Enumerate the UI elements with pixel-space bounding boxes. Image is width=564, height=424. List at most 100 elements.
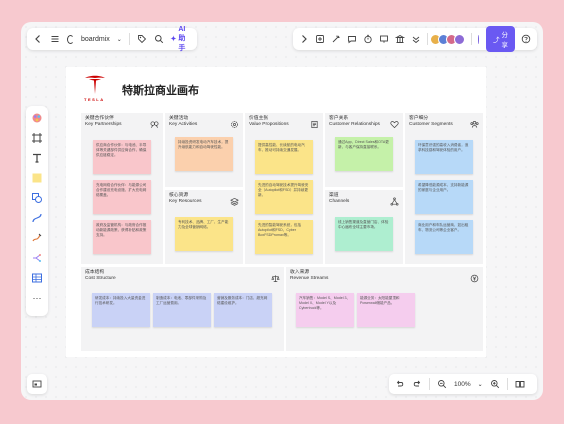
- sticky-note[interactable]: 先进的智能驾驶系统，包括Autopilot和FSD，Cyber BoxFSDPr…: [255, 220, 313, 254]
- ai-assistant-label: AI助手: [178, 25, 186, 52]
- menu-icon[interactable]: [50, 34, 60, 44]
- undo-icon[interactable]: [395, 379, 405, 389]
- section-title-en: Customer Relationships: [329, 122, 380, 128]
- tesla-logo-icon: [85, 75, 105, 94]
- chevron-right-icon[interactable]: [299, 34, 309, 44]
- share-button[interactable]: ⤴ 分享: [486, 26, 515, 52]
- sticky-note[interactable]: 研发成本：持续投入大量资金进行技术研发。: [92, 293, 150, 327]
- magic-icon[interactable]: [331, 34, 341, 44]
- template-icon[interactable]: [315, 34, 325, 44]
- revenue-streams-section[interactable]: 收入来源 Revenue Streams 汽车销售：Model S、Model 3…: [286, 267, 483, 351]
- tesla-wordmark: TESLA: [84, 97, 105, 102]
- zoom-out-icon[interactable]: [437, 379, 447, 389]
- app-window: boardmix ⌄ ✦ AI助手 ⤴ 分享 ⋯ 100% ⌄ TESLA 特斯…: [21, 22, 543, 400]
- value-propositions-section[interactable]: 价值主张 Value Propositions 提供高性能、长续航的电动汽车，推动…: [245, 113, 323, 264]
- key-partnerships-section[interactable]: 关键合作伙伴 Key Partnerships 供应商合作伙伴：与电池、半导体等关…: [81, 113, 163, 264]
- presentation-icon[interactable]: [379, 34, 389, 44]
- text-icon[interactable]: [31, 152, 43, 164]
- sticky-note[interactable]: 环保意识强的高收入消费者，追求科技感和驾驶体验的用户。: [415, 140, 473, 174]
- network-icon: [390, 193, 399, 206]
- section-title-en: Value Propositions: [249, 122, 289, 128]
- top-left-toolbar: boardmix ⌄ ✦ AI助手: [27, 26, 197, 53]
- chevron-down-icon[interactable]: ⌄: [117, 36, 122, 43]
- frame-icon[interactable]: [31, 132, 43, 144]
- connector-icon[interactable]: [31, 212, 43, 224]
- zoom-level[interactable]: 100%: [454, 381, 471, 388]
- canvas-title: 特斯拉商业画布: [122, 85, 199, 97]
- share-label: 分享: [501, 32, 509, 49]
- collaborator-avatars[interactable]: [430, 33, 466, 45]
- gear-icon: [230, 116, 239, 128]
- timer-icon[interactable]: [363, 34, 373, 44]
- section-title-en: Key Partnerships: [85, 122, 122, 128]
- cost-structure-section[interactable]: 成本结构 Cost Structure 研发成本：持续投入大量资金进行技术研发。 …: [81, 267, 284, 351]
- search-icon[interactable]: [154, 34, 164, 44]
- zoom-controls: 100% ⌄: [389, 374, 537, 394]
- ai-assistant-button[interactable]: ✦ AI助手: [171, 26, 192, 53]
- sticky-note[interactable]: 持续投资研发电动汽车技术，提升续航能力和自动驾驶性能。: [175, 137, 233, 171]
- help-icon[interactable]: [521, 34, 531, 44]
- sticky-note[interactable]: 商业用户和车队运营商，如出租车、物流公司等企业客户。: [415, 220, 473, 254]
- layers-icon: [230, 193, 239, 206]
- section-title-en: Key Activities: [169, 122, 198, 128]
- user-avatar[interactable]: [477, 33, 480, 45]
- sticky-note[interactable]: 通过App、Direct Sales和OTA更新，与客户保持直接联系。: [335, 137, 393, 171]
- sticky-note[interactable]: 线上销售渠道及直营门店、体验中心遍布全球主要市场。: [335, 217, 393, 251]
- business-model-canvas[interactable]: TESLA 特斯拉商业画布 关键合作伙伴 Key Partnerships 供应商…: [66, 67, 486, 357]
- tool-sidebar: ⋯: [26, 106, 48, 316]
- sticky-note[interactable]: 政府及监管机构：与政府合作推动新能源政策，获得补贴和政策支持。: [93, 220, 151, 254]
- money-icon: [470, 270, 479, 283]
- users-icon: [470, 116, 479, 128]
- sticky-note-icon[interactable]: [31, 172, 43, 184]
- ai-sparkle-icon: ✦: [170, 36, 177, 43]
- back-icon[interactable]: [33, 34, 43, 44]
- sticky-note[interactable]: 专利技术、品牌、工厂、生产能力及全球营销网络。: [175, 217, 233, 251]
- handshake-icon: [150, 116, 159, 128]
- sticky-note[interactable]: 制造成本：电池、零部件采购及工厂运营费用。: [153, 293, 211, 327]
- scale-icon: [271, 270, 280, 283]
- sticky-note[interactable]: 供应商合作伙伴：与电池、半导体等关键部件供应商合作，确保供应链稳定。: [93, 140, 151, 174]
- color-palette-icon[interactable]: [31, 112, 43, 124]
- share-icon: ⤴: [493, 37, 500, 44]
- section-title-en: Revenue Streams: [290, 276, 329, 282]
- boardmix-logo-icon: [67, 34, 74, 44]
- gift-icon: [310, 116, 319, 129]
- minimap-button[interactable]: [27, 374, 47, 394]
- sticky-note[interactable]: 提供高性能、长续航的电动汽车，推动可持续交通发展。: [255, 140, 313, 174]
- sticky-note[interactable]: 充电网络合作伙伴：与能源公司合作建设充电设施，扩大充电网络覆盖。: [93, 180, 151, 214]
- section-title-en: Cost Structure: [85, 276, 116, 282]
- heart-icon: [390, 116, 399, 129]
- book-icon[interactable]: [515, 379, 525, 389]
- sticky-note[interactable]: 营销及服务成本：门店、超充网络建设维护。: [214, 293, 272, 327]
- customer-segments-section[interactable]: 客户细分 Customer Segments 环保意识强的高收入消费者，追求科技感…: [405, 113, 483, 264]
- sticky-note[interactable]: 能源业务：太阳能屋顶和Powerwall储能产品。: [357, 293, 415, 327]
- divider: [506, 378, 508, 390]
- mind-map-icon[interactable]: [31, 252, 43, 264]
- sticky-note[interactable]: 汽车销售：Model S、Model 3、Model X、Model Y以及Cy…: [296, 293, 354, 327]
- table-icon[interactable]: [31, 272, 43, 284]
- chevron-down-icon[interactable]: ⌄: [478, 381, 483, 388]
- pen-icon[interactable]: [31, 232, 43, 244]
- channels-section[interactable]: 渠道 Channels 线上销售渠道及直营门店、体验中心遍布全球主要市场。: [325, 190, 403, 264]
- zoom-in-icon[interactable]: [490, 379, 500, 389]
- app-name[interactable]: boardmix: [81, 36, 110, 43]
- redo-icon[interactable]: [412, 379, 422, 389]
- library-icon[interactable]: [395, 34, 405, 44]
- section-title-en: Channels: [329, 199, 350, 205]
- divider: [429, 378, 430, 390]
- section-title-en: Key Resources: [169, 199, 202, 205]
- avatar[interactable]: [454, 33, 466, 45]
- key-activities-section[interactable]: 关键活动 Key Activities 持续投资研发电动汽车技术，提升续航能力和自…: [165, 113, 243, 187]
- customer-relationships-section[interactable]: 客户关系 Customer Relationships 通过App、Direct …: [325, 113, 403, 187]
- section-title-en: Customer Segments: [409, 122, 453, 128]
- top-right-toolbar: ⤴ 分享: [293, 26, 537, 52]
- sticky-note[interactable]: 希望降低能源成本、支持新能源的家庭与企业用户。: [415, 180, 473, 214]
- minimap-icon: [32, 379, 42, 389]
- more-icon[interactable]: [411, 34, 421, 44]
- shape-icon[interactable]: [31, 192, 43, 204]
- comment-icon[interactable]: [347, 34, 357, 44]
- tag-icon[interactable]: [137, 34, 147, 44]
- key-resources-section[interactable]: 核心资源 Key Resources 专利技术、品牌、工厂、生产能力及全球营销网络…: [165, 190, 243, 264]
- more-tools-icon[interactable]: ⋯: [31, 292, 43, 304]
- sticky-note[interactable]: 先进的自动驾驶技术提升驾驶安全（Autopilot和FSD）并持续更新。: [255, 180, 313, 214]
